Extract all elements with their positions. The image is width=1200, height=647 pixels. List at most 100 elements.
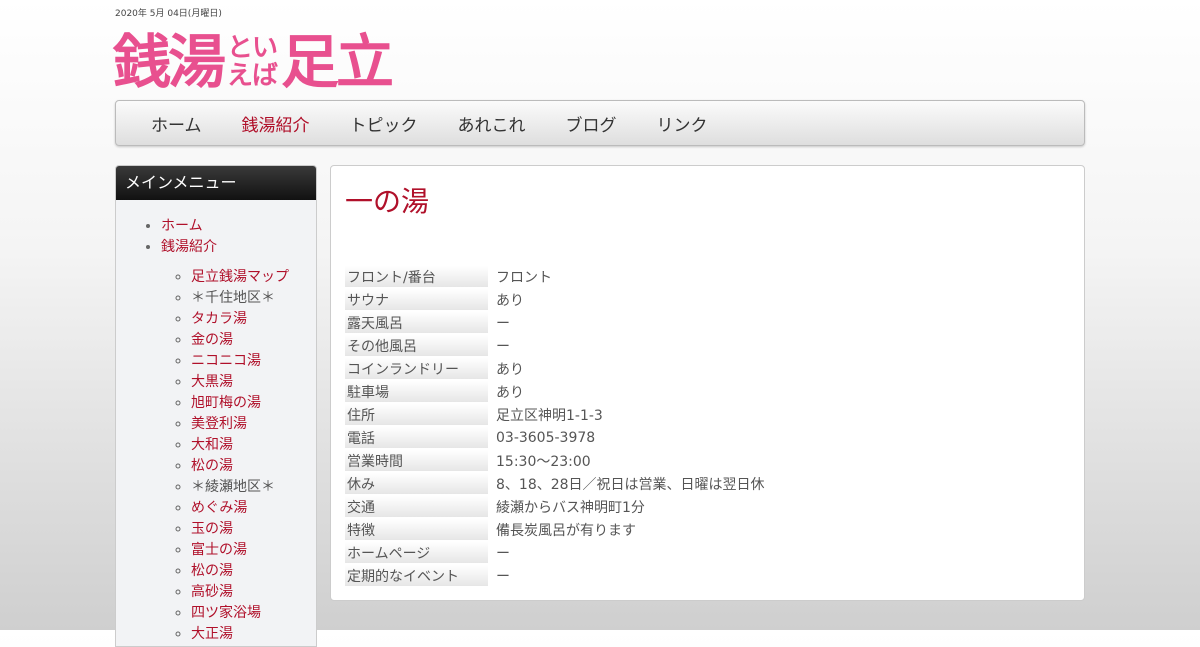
sidebar-link-sento[interactable]: 松の湯: [191, 458, 233, 474]
logo-text-toieba: とい えば: [227, 33, 278, 91]
sidebar-link-sento[interactable]: 松の湯: [191, 563, 233, 579]
sidebar-subitem: 松の湯: [191, 456, 316, 477]
nav-item-blog[interactable]: ブログ: [566, 111, 617, 136]
table-row: 住所 足立区神明1-1-3: [345, 404, 765, 425]
sidebar-subitem: ニコニコ湯: [191, 351, 316, 372]
sidebar-subitem: 美登利湯: [191, 414, 316, 435]
info-value: 03-3605-3978: [496, 429, 596, 446]
table-row: その他風呂ー: [345, 335, 765, 356]
bathhouse-info-table: フロント/番台 フロント サウナ あり 露天風呂ー その他風呂ー コインランドリーあ…: [345, 264, 765, 588]
info-key: ホームページ: [345, 542, 488, 563]
table-row: 特徴 備長炭風呂が有ります: [345, 519, 765, 540]
table-row: 休み 8、18、28日／祝日は営業、日曜は翌日休: [345, 473, 765, 494]
sidebar-menu-list: ホーム 銭湯紹介 足立銭湯マップ ＊千住地区＊ タカラ湯 金の湯 ニコニコ湯 大…: [116, 216, 316, 645]
info-key: フロント/番台: [345, 266, 488, 287]
sidebar-link-sento[interactable]: タカラ湯: [191, 311, 247, 327]
nav-item-link[interactable]: リンク: [657, 111, 708, 136]
sidebar-main-menu: メインメニュー ホーム 銭湯紹介 足立銭湯マップ ＊千住地区＊ タカラ湯 金の湯…: [115, 165, 317, 647]
info-key: 特徴: [345, 519, 488, 540]
sidebar-link-home[interactable]: ホーム: [161, 218, 203, 234]
nav-item-home[interactable]: ホーム: [151, 111, 202, 136]
sidebar-item: 銭湯紹介 足立銭湯マップ ＊千住地区＊ タカラ湯 金の湯 ニコニコ湯 大黒湯 旭…: [161, 237, 316, 645]
sidebar-item: ホーム: [161, 216, 316, 237]
info-value: 15:30～23:00: [496, 453, 591, 470]
info-key: 営業時間: [345, 450, 488, 471]
article-content: 一の湯 フロント/番台 フロント サウナ あり 露天風呂ー その他風呂ー コインラン…: [330, 165, 1085, 601]
table-row: フロント/番台 フロント: [345, 266, 765, 287]
sidebar-link-sento[interactable]: 金の湯: [191, 332, 233, 348]
logo-text-sento: 銭湯: [113, 28, 226, 96]
info-value: ー: [496, 338, 510, 355]
info-value: ー: [496, 315, 510, 332]
district-heading-senju: ＊千住地区＊: [191, 290, 275, 306]
info-key: 住所: [345, 404, 488, 425]
table-row: 交通 綾瀬からバス神明町1分: [345, 496, 765, 517]
info-key: 交通: [345, 496, 488, 517]
sidebar-title: メインメニュー: [116, 166, 316, 200]
sidebar-link-sento[interactable]: 富士の湯: [191, 542, 247, 558]
info-key: 定期的なイベント: [345, 565, 488, 586]
sidebar-link-sento[interactable]: 旭町梅の湯: [191, 395, 261, 411]
info-value: フロント: [496, 269, 552, 286]
sidebar-subitem: 金の湯: [191, 330, 316, 351]
table-row: 駐車場 あり: [345, 381, 765, 402]
sidebar-link-map[interactable]: 足立銭湯マップ: [191, 269, 289, 285]
sidebar-subitem: 四ツ家浴場: [191, 603, 316, 624]
info-key: 露天風呂: [345, 312, 488, 333]
table-row: 定期的なイベントー: [345, 565, 765, 586]
sidebar-subitem: 旭町梅の湯: [191, 393, 316, 414]
sidebar-link-sento[interactable]: 四ツ家浴場: [191, 605, 261, 621]
sidebar-link-sento[interactable]: ニコニコ湯: [191, 353, 261, 369]
sidebar-link-sento[interactable]: 玉の湯: [191, 521, 233, 537]
table-row: ホームページー: [345, 542, 765, 563]
info-key: コインランドリー: [345, 358, 488, 379]
info-value: ー: [496, 545, 510, 562]
sidebar-subitem: 大正湯: [191, 624, 316, 645]
info-value: 足立区神明1-1-3: [496, 407, 603, 424]
page-title: 一の湯: [345, 185, 430, 218]
info-value: 綾瀬からバス神明町1分: [496, 499, 645, 516]
sidebar-subitem: めぐみ湯: [191, 498, 316, 519]
table-row: サウナ あり: [345, 289, 765, 310]
info-value: あり: [496, 292, 524, 309]
sidebar-link-sento[interactable]: 大正湯: [191, 626, 233, 642]
logo-text-toi: とい: [227, 33, 278, 63]
info-value: ー: [496, 568, 510, 585]
info-key: 駐車場: [345, 381, 488, 402]
site-logo[interactable]: 銭湯 とい えば 足立: [113, 28, 394, 96]
sidebar-link-sento[interactable]: 銭湯紹介: [161, 239, 217, 255]
info-value: あり: [496, 384, 524, 401]
nav-item-arekore[interactable]: あれこれ: [458, 111, 526, 136]
table-row: 電話 03-3605-3978: [345, 427, 765, 448]
info-key: サウナ: [345, 289, 488, 310]
table-row: 営業時間 15:30～23:00: [345, 450, 765, 471]
sidebar-subitem: 松の湯: [191, 561, 316, 582]
sidebar-link-sento[interactable]: 大和湯: [191, 437, 233, 453]
sidebar-submenu-list: 足立銭湯マップ ＊千住地区＊ タカラ湯 金の湯 ニコニコ湯 大黒湯 旭町梅の湯 …: [161, 267, 316, 645]
sidebar-subitem: ＊千住地区＊: [191, 288, 316, 309]
logo-text-adachi: 足立: [281, 28, 394, 96]
current-date: 2020年 5月 04日(月曜日): [115, 9, 222, 19]
info-key: その他風呂: [345, 335, 488, 356]
info-value: あり: [496, 361, 524, 378]
sidebar-subitem: 富士の湯: [191, 540, 316, 561]
sidebar-link-sento[interactable]: 大黒湯: [191, 374, 233, 390]
nav-item-sento[interactable]: 銭湯紹介: [242, 111, 310, 136]
table-row: コインランドリー あり: [345, 358, 765, 379]
info-key: 休み: [345, 473, 488, 494]
sidebar-link-sento[interactable]: めぐみ湯: [191, 500, 247, 516]
sidebar-subitem: ＊綾瀬地区＊: [191, 477, 316, 498]
district-heading-ayase: ＊綾瀬地区＊: [191, 479, 275, 495]
sidebar-subitem: 大黒湯: [191, 372, 316, 393]
sidebar-link-sento[interactable]: 美登利湯: [191, 416, 247, 432]
sidebar-link-sento[interactable]: 高砂湯: [191, 584, 233, 600]
info-value: 備長炭風呂が有ります: [496, 522, 636, 539]
logo-text-eba: えば: [227, 61, 278, 91]
nav-item-topic[interactable]: トピック: [350, 111, 418, 136]
main-nav: ホーム 銭湯紹介 トピック あれこれ ブログ リンク: [115, 100, 1085, 146]
info-key: 電話: [345, 427, 488, 448]
sidebar-subitem: 足立銭湯マップ: [191, 267, 316, 288]
sidebar-subitem: 玉の湯: [191, 519, 316, 540]
sidebar-subitem: タカラ湯: [191, 309, 316, 330]
sidebar-subitem: 高砂湯: [191, 582, 316, 603]
